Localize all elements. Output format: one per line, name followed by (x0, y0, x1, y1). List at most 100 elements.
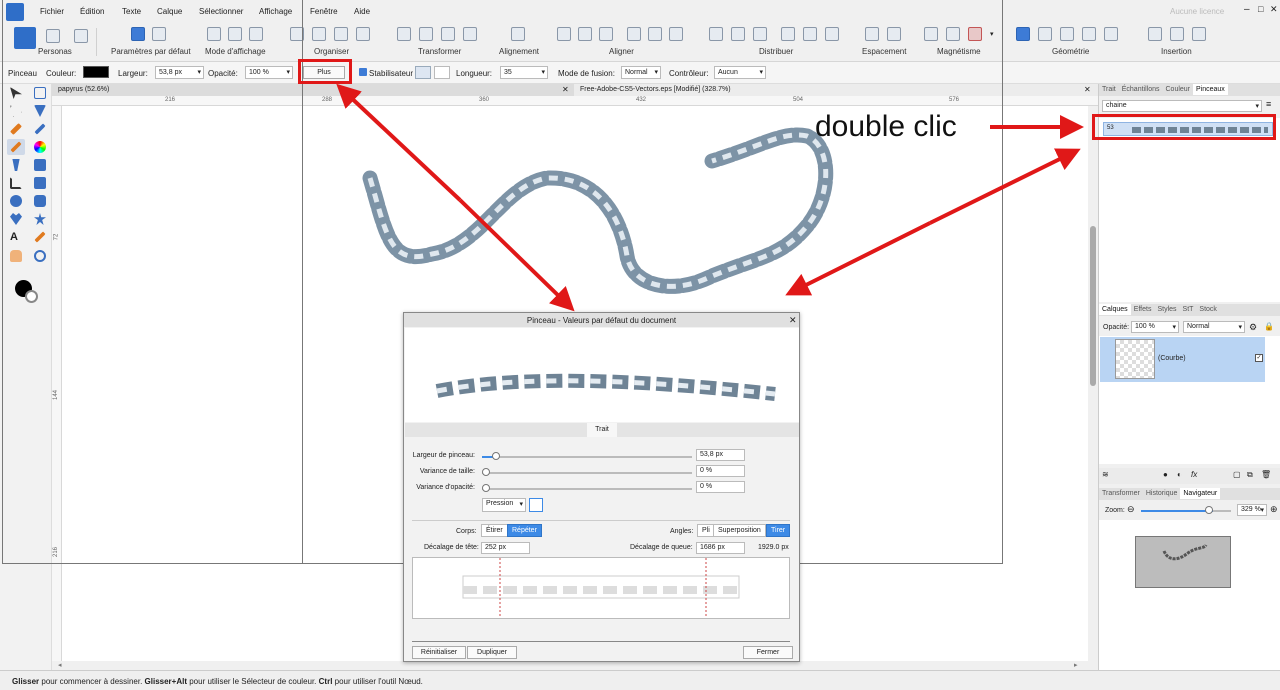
rounded-rect-tool-icon[interactable] (34, 195, 46, 207)
geometry-divide-icon[interactable] (1104, 27, 1118, 41)
node-tool-icon[interactable] (10, 105, 22, 117)
layers-opacity-field[interactable]: 100 % (1131, 321, 1179, 333)
size-variance-slider[interactable] (482, 472, 692, 474)
distribute-2-icon[interactable] (731, 27, 745, 41)
star-tool-icon[interactable] (34, 213, 46, 225)
distribute-4-icon[interactable] (781, 27, 795, 41)
snapping-options-icon[interactable] (924, 27, 938, 41)
brush-segment-preview[interactable] (412, 557, 790, 619)
view-mode-3-icon[interactable] (249, 27, 263, 41)
tab-color[interactable]: Couleur (1163, 84, 1194, 95)
body-stretch-button[interactable]: Étirer (481, 524, 508, 537)
scroll-thumb[interactable] (1090, 226, 1096, 386)
zoom-in-icon[interactable]: ⊕ (1270, 504, 1278, 515)
eyedropper-tool-icon[interactable] (34, 231, 46, 243)
adjustment-icon[interactable]: ◐ (1177, 470, 1182, 479)
insert-front-icon[interactable] (1192, 27, 1206, 41)
brush-category-select[interactable]: chaine (1102, 100, 1262, 112)
view-mode-1-icon[interactable] (207, 27, 221, 41)
brush-width-knob[interactable] (492, 452, 500, 460)
horizontal-scrollbar[interactable]: ◂ ▸ (52, 661, 1098, 670)
size-variance-knob[interactable] (482, 468, 490, 476)
snapping-magnet-icon[interactable] (968, 27, 982, 41)
opacity-variance-knob[interactable] (482, 484, 490, 492)
layer-row-curve[interactable]: (Courbe) ✓ (1100, 337, 1265, 382)
distribute-1-icon[interactable] (709, 27, 723, 41)
tab-effects[interactable]: Effets (1131, 304, 1155, 315)
rotate-right-icon[interactable] (463, 27, 477, 41)
mask-icon[interactable]: ● (1163, 470, 1168, 479)
tab-brushes[interactable]: Pinceaux (1193, 84, 1228, 95)
arrange-backward-icon[interactable] (312, 27, 326, 41)
tab-free-adobe[interactable]: Free-Adobe-CS5-Vectors.eps [Modifié] (32… (574, 84, 1098, 96)
maximize-icon[interactable]: □ (1258, 4, 1263, 14)
menu-selectionner[interactable]: Sélectionner (199, 7, 243, 16)
geometry-subtract-icon[interactable] (1038, 27, 1052, 41)
ellipse-tool-icon[interactable] (10, 195, 22, 207)
pressure-select[interactable]: Pression (482, 498, 526, 512)
menu-edition[interactable]: Édition (80, 7, 104, 16)
panel-menu-icon[interactable]: ≡ (1266, 99, 1271, 109)
tab-close-icon[interactable]: ✕ (562, 85, 569, 94)
zoom-field[interactable]: 329 % (1237, 504, 1267, 516)
spacing-horizontal-icon[interactable] (865, 27, 879, 41)
scroll-left-icon[interactable]: ◂ (58, 661, 62, 669)
designer-persona-icon[interactable] (14, 27, 36, 49)
tab-stock[interactable]: Stock (1196, 304, 1220, 315)
gear-icon[interactable]: ⚙ (1249, 322, 1257, 333)
blend-mode-select[interactable]: Normal (621, 66, 661, 79)
place-image-icon[interactable] (34, 159, 46, 171)
pressure-curve-icon[interactable] (529, 498, 543, 512)
distribute-5-icon[interactable] (803, 27, 817, 41)
align-middle-icon[interactable] (648, 27, 662, 41)
corner-tool-icon[interactable] (34, 105, 46, 117)
menu-fichier[interactable]: Fichier (40, 7, 64, 16)
geometry-add-icon[interactable] (1016, 27, 1030, 41)
menu-texte[interactable]: Texte (122, 7, 141, 16)
tab-stt[interactable]: StT (1180, 304, 1197, 315)
opacity-field[interactable]: 100 % (245, 66, 293, 79)
width-field[interactable]: 53,8 px (155, 66, 204, 79)
align-bottom-icon[interactable] (669, 27, 683, 41)
stroke-color-icon[interactable] (25, 290, 38, 303)
size-variance-field[interactable]: 0 % (696, 465, 745, 477)
close-button[interactable]: Fermer (743, 646, 793, 659)
tab-navigator[interactable]: Navigateur (1180, 488, 1221, 499)
dialog-close-icon[interactable]: ✕ (789, 315, 797, 326)
artboard-tool-icon[interactable] (34, 87, 46, 99)
spacing-vertical-icon[interactable] (887, 27, 901, 41)
menu-fenetre[interactable]: Fenêtre (310, 7, 338, 16)
opacity-variance-slider[interactable] (482, 488, 692, 490)
length-field[interactable]: 35 (500, 66, 548, 79)
export-persona-icon[interactable] (74, 29, 88, 43)
add-layer-icon[interactable]: ▢ (1233, 470, 1241, 479)
tab-transform[interactable]: Transformer (1099, 488, 1143, 499)
menu-affichage[interactable]: Affichage (259, 7, 292, 16)
defaults-revert-icon[interactable] (152, 27, 166, 41)
pen-tool-icon[interactable] (10, 123, 22, 135)
heart-tool-icon[interactable] (10, 213, 22, 225)
tab-papyrus[interactable]: papyrus (52.6%) (52, 84, 574, 96)
vertical-scrollbar[interactable] (1088, 106, 1098, 661)
color-swatch[interactable] (83, 66, 109, 78)
alignment-icon[interactable] (511, 27, 525, 41)
align-center-icon[interactable] (578, 27, 592, 41)
align-left-icon[interactable] (557, 27, 571, 41)
insert-inside-icon[interactable] (1148, 27, 1162, 41)
zoom-knob[interactable] (1205, 506, 1213, 514)
defaults-sync-icon[interactable] (131, 27, 145, 41)
geometry-intersect-icon[interactable] (1060, 27, 1074, 41)
navigator-preview[interactable] (1135, 536, 1231, 588)
arrange-front-icon[interactable] (356, 27, 370, 41)
brush-width-field[interactable]: 53,8 px (696, 449, 745, 461)
move-tool-icon[interactable] (10, 87, 22, 99)
tab-close-icon[interactable]: ✕ (1084, 85, 1091, 94)
rotate-left-icon[interactable] (441, 27, 455, 41)
menu-calque[interactable]: Calque (157, 7, 182, 16)
crop-tool-icon[interactable] (10, 177, 22, 189)
view-mode-2-icon[interactable] (228, 27, 242, 41)
delete-layer-icon[interactable]: 🗑 (1261, 470, 1271, 479)
fx-icon[interactable]: fx (1191, 470, 1197, 479)
tab-history[interactable]: Historique (1143, 488, 1181, 499)
brush-width-slider[interactable] (482, 456, 692, 458)
